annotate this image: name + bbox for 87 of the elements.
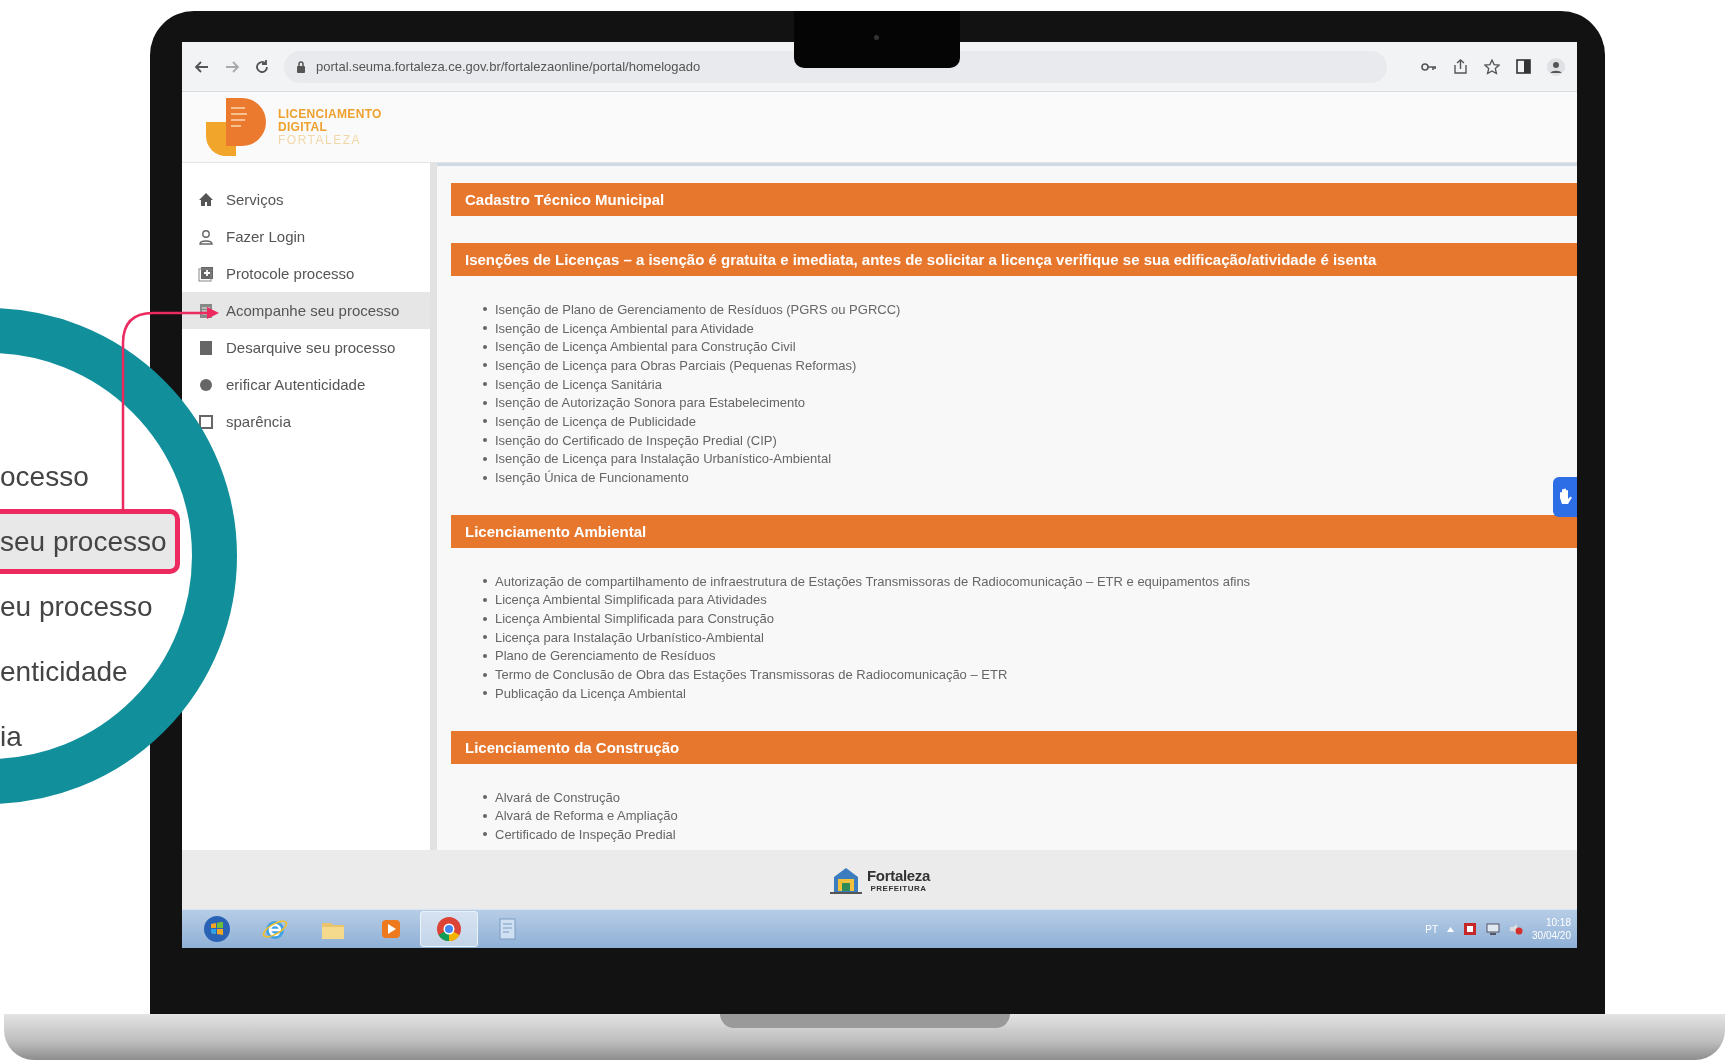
service-link[interactable]: Isenção de Licença de Publicidade — [495, 413, 696, 429]
bullet-icon — [483, 579, 487, 584]
home-icon — [198, 191, 214, 208]
service-link[interactable]: Licença Ambiental Simplificada para Atividades — [495, 592, 767, 608]
service-link[interactable]: Isenção Única de Funcionamento — [495, 470, 689, 486]
sidebar-menu-item[interactable]: Fazer Login — [182, 218, 430, 255]
city-logo-subtitle: PREFEITURA — [870, 883, 927, 893]
plus-document-icon — [198, 265, 214, 282]
start-orb-icon — [203, 915, 231, 943]
bullet-icon — [483, 475, 487, 480]
magnified-menu-text: seu processo — [0, 509, 180, 574]
sidebar-menu-item[interactable]: sparência — [182, 403, 430, 440]
lock-icon — [296, 60, 306, 73]
sidebar-menu-item[interactable]: erificar Autenticidade — [182, 366, 430, 403]
city-logo-text: Fortaleza — [866, 866, 931, 884]
service-link[interactable]: Alvará de Reforma e Ampliação — [495, 808, 678, 824]
bullet-icon — [483, 326, 487, 331]
side-panel-icon[interactable] — [1516, 59, 1531, 74]
service-link[interactable]: Alvará de Construção — [495, 789, 620, 805]
bullet-icon — [483, 597, 487, 602]
logo-text: LICENCIAMENTO — [278, 107, 382, 121]
sidebar-menu-item[interactable]: Protocole processo — [182, 255, 430, 292]
section-header: Cadastro Técnico Municipal — [451, 183, 1577, 216]
service-link[interactable]: Licença Ambiental Simplificada para Construção — [495, 611, 774, 627]
magnified-menu-text: enticidade — [0, 654, 129, 689]
service-link[interactable]: Isenção de Licença para Obras Parciais (Pequenas Reformas) — [495, 357, 857, 373]
sidebar-menu-item[interactable]: Desarquive seu processo — [182, 329, 430, 366]
bullet-icon — [483, 307, 487, 312]
bullet-icon — [483, 616, 487, 621]
chrome-icon — [435, 915, 463, 943]
bullet-icon — [483, 672, 487, 677]
square-icon — [198, 413, 214, 430]
circle-icon — [198, 376, 214, 393]
service-link[interactable]: Autorização de compartilhamento de infraestrutura de Estações Transmissoras de Radiocomunicação – ETR e equipamentos afins — [495, 573, 1251, 589]
bullet-icon — [483, 400, 487, 405]
monitor-icon[interactable] — [1486, 922, 1501, 936]
bullet-icon — [483, 795, 487, 800]
clock-date: 30/04/20 — [1532, 929, 1571, 942]
bullet-icon — [483, 363, 487, 368]
bullet-icon — [483, 344, 487, 349]
magnified-menu-text: ocesso — [0, 459, 90, 494]
taskbar-app-button[interactable] — [420, 911, 478, 947]
magnified-menu-text: eu processo — [0, 589, 154, 624]
section-header: Licenciamento da Construção — [451, 730, 1577, 764]
service-link[interactable]: Isenção do Certificado de Inspeção Predial (CIP) — [495, 432, 777, 448]
bullet-icon — [483, 456, 487, 461]
service-link[interactable]: Isenção de Autorização Sonora para Estabelecimento — [495, 395, 806, 411]
bullet-icon — [483, 691, 487, 696]
share-icon[interactable] — [1453, 59, 1468, 74]
section-header: Isenções de Licenças – a isenção é gratuita e imediata, antes de solicitar a licença verifique se sua edificação/atividade é isenta — [451, 243, 1577, 276]
sidebar-menu-item[interactable]: Serviços — [182, 181, 430, 218]
section-header: Licenciamento Ambiental — [451, 514, 1577, 548]
logo-text: FORTALEZA — [278, 133, 363, 147]
star-icon[interactable] — [1484, 58, 1500, 75]
address-bar[interactable]: portal.seuma.fortaleza.ce.gov.br/fortalezaonline/portal/homelogado — [284, 50, 1387, 83]
bullet-icon — [483, 813, 487, 818]
clock-time: 10:18 — [1545, 916, 1571, 929]
service-link[interactable]: Isenção de Licença Ambiental para Atividade — [495, 320, 754, 336]
person-icon — [198, 228, 214, 245]
service-link[interactable]: Termo de Conclusão de Obra das Estações Transmissoras de Radiocomunicação – ETR — [495, 667, 1008, 683]
back-arrow-icon[interactable] — [194, 58, 210, 75]
bullet-icon — [483, 635, 487, 640]
service-link[interactable]: Publicação da Licença Ambiental — [495, 685, 686, 701]
speaker-icon[interactable] — [1509, 922, 1524, 936]
service-link[interactable]: Isenção de Plano de Gerenciamento de Resíduos (PGRS ou PGRCC) — [495, 301, 901, 317]
logo-text: DIGITAL — [278, 120, 329, 134]
bullet-icon — [483, 419, 487, 424]
flag-icon[interactable] — [1463, 922, 1478, 936]
profile-icon[interactable] — [1547, 57, 1565, 76]
magnified-menu-text: ia — [0, 719, 23, 754]
key-icon[interactable] — [1421, 60, 1437, 73]
accessibility-button[interactable] — [1553, 477, 1577, 517]
hand-icon — [1557, 488, 1573, 506]
logo-icon — [204, 96, 268, 158]
sidebar-menu-item[interactable]: Acompanhe seu processo — [182, 292, 430, 329]
service-link[interactable]: Isenção de Licença Ambiental para Construção Civil — [495, 339, 796, 355]
bullet-icon — [483, 832, 487, 837]
service-link[interactable]: Isenção de Licença para Instalação Urbanístico-Ambiental — [495, 451, 832, 467]
bullet-icon — [483, 382, 487, 387]
service-link[interactable]: Plano de Gerenciamento de Resíduos — [495, 648, 716, 664]
bullet-icon — [483, 438, 487, 443]
bullet-icon — [483, 653, 487, 658]
service-link[interactable]: Licença para Instalação Urbanístico-Ambiental — [495, 629, 764, 645]
reload-icon[interactable] — [254, 58, 270, 75]
address-text: portal.seuma.fortaleza.ce.gov.br/fortalezaonline/portal/homelogado — [316, 59, 701, 74]
service-link[interactable]: Certificado de Inspeção Predial — [495, 826, 676, 842]
service-link[interactable]: Isenção de Licença Sanitária — [495, 376, 662, 392]
